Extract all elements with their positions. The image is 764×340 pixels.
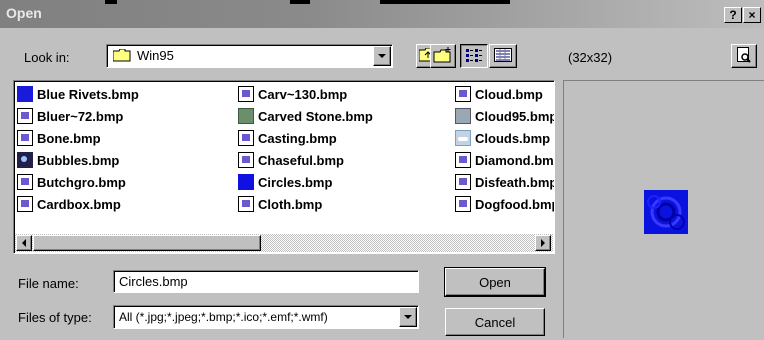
look-in-combobox[interactable]: Win95 bbox=[106, 44, 393, 68]
file-icon bbox=[455, 174, 471, 190]
file-name: Blue Rivets.bmp bbox=[37, 86, 139, 102]
close-button[interactable]: × bbox=[743, 7, 761, 23]
list-item[interactable]: Bubbles.bmp bbox=[17, 150, 119, 170]
file-name-label: File name: bbox=[18, 276, 79, 291]
file-icon bbox=[238, 86, 254, 102]
file-icon bbox=[455, 196, 471, 212]
new-folder-button[interactable] bbox=[430, 44, 456, 68]
list-item[interactable]: Chaseful.bmp bbox=[238, 150, 344, 170]
look-in-dropdown-button[interactable] bbox=[373, 46, 391, 66]
preview-pane bbox=[563, 80, 764, 338]
title-artifact bbox=[380, 0, 510, 4]
chevron-right-icon bbox=[541, 239, 545, 247]
file-icon bbox=[238, 108, 254, 124]
open-button-label: Open bbox=[479, 274, 511, 290]
file-icon bbox=[238, 174, 254, 190]
file-list[interactable]: Blue Rivets.bmp Bluer~72.bmp Bone.bmp Bu… bbox=[13, 80, 555, 254]
list-item[interactable]: Cardbox.bmp bbox=[17, 194, 121, 214]
folder-icon bbox=[112, 48, 131, 62]
file-name: Bluer~72.bmp bbox=[37, 108, 124, 124]
details-view-icon bbox=[494, 47, 512, 65]
file-name: Cloth.bmp bbox=[258, 196, 323, 212]
file-icon bbox=[17, 196, 33, 212]
file-name: Clouds.bmp bbox=[475, 130, 551, 146]
file-icon bbox=[455, 86, 471, 102]
list-item[interactable]: Bone.bmp bbox=[17, 128, 101, 148]
file-icon bbox=[17, 86, 33, 102]
list-item[interactable]: Blue Rivets.bmp bbox=[17, 84, 139, 104]
file-icon bbox=[17, 152, 33, 168]
file-name: Cloud95.bmp bbox=[475, 108, 555, 124]
list-item[interactable]: Disfeath.bmp bbox=[455, 172, 555, 192]
list-item[interactable]: Bluer~72.bmp bbox=[17, 106, 123, 126]
file-name: Carv~130.bmp bbox=[258, 86, 348, 102]
title-bar[interactable]: Open ? × bbox=[0, 0, 764, 28]
file-name: Cloud.bmp bbox=[475, 86, 543, 102]
files-of-type-label: Files of type: bbox=[18, 310, 92, 325]
file-icon bbox=[455, 152, 471, 168]
preview-button[interactable] bbox=[731, 44, 757, 68]
file-icon bbox=[17, 174, 33, 190]
look-in-value: Win95 bbox=[137, 48, 174, 63]
cancel-button-label: Cancel bbox=[474, 314, 516, 330]
file-icon bbox=[455, 108, 471, 124]
preview-icon bbox=[736, 46, 752, 66]
file-name: Casting.bmp bbox=[258, 130, 337, 146]
file-icon bbox=[17, 108, 33, 124]
file-name: Carved Stone.bmp bbox=[258, 108, 373, 124]
file-icon bbox=[238, 152, 254, 168]
cancel-button[interactable]: Cancel bbox=[445, 308, 545, 336]
file-name: Disfeath.bmp bbox=[475, 174, 555, 190]
list-item[interactable]: Diamond.bmp bbox=[455, 150, 555, 170]
help-button[interactable]: ? bbox=[724, 7, 742, 23]
file-name: Diamond.bmp bbox=[475, 152, 555, 168]
chevron-down-icon bbox=[378, 54, 386, 58]
file-name: Chaseful.bmp bbox=[258, 152, 344, 168]
list-item[interactable]: Carv~130.bmp bbox=[238, 84, 347, 104]
open-button[interactable]: Open bbox=[444, 267, 546, 297]
file-name: Dogfood.bmp bbox=[475, 196, 555, 212]
window-title: Open bbox=[6, 5, 42, 21]
file-name: Bubbles.bmp bbox=[37, 152, 120, 168]
scroll-left-button[interactable] bbox=[16, 235, 32, 251]
list-item[interactable]: Cloud.bmp bbox=[455, 84, 543, 104]
horizontal-scrollbar[interactable] bbox=[15, 234, 553, 252]
file-name: Butchgro.bmp bbox=[37, 174, 126, 190]
list-item[interactable]: Casting.bmp bbox=[238, 128, 337, 148]
scroll-thumb[interactable] bbox=[33, 235, 261, 251]
scroll-right-button[interactable] bbox=[535, 235, 551, 251]
list-item[interactable]: Clouds.bmp bbox=[455, 128, 550, 148]
files-of-type-value: All (*.jpg;*.jpeg;*.bmp;*.ico;*.emf;*.wm… bbox=[119, 310, 328, 324]
list-item[interactable]: Cloth.bmp bbox=[238, 194, 322, 214]
list-item[interactable]: Dogfood.bmp bbox=[455, 194, 555, 214]
files-of-type-combobox[interactable]: All (*.jpg;*.jpeg;*.bmp;*.ico;*.emf;*.wm… bbox=[113, 305, 419, 329]
list-item[interactable]: Cloud95.bmp bbox=[455, 106, 555, 126]
title-artifact bbox=[105, 0, 117, 4]
list-item-selected[interactable]: Circles.bmp bbox=[238, 172, 332, 192]
details-view-button[interactable] bbox=[489, 44, 517, 68]
file-name-value: Circles.bmp bbox=[119, 274, 188, 289]
file-name: Bone.bmp bbox=[37, 130, 101, 146]
file-icon bbox=[17, 130, 33, 146]
list-item[interactable]: Carved Stone.bmp bbox=[238, 106, 373, 126]
file-name-input[interactable]: Circles.bmp bbox=[113, 270, 419, 293]
preview-size-label: (32x32) bbox=[568, 50, 613, 65]
file-icon bbox=[455, 130, 471, 146]
title-artifact bbox=[290, 0, 310, 4]
look-in-label: Look in: bbox=[24, 50, 70, 65]
new-folder-icon bbox=[433, 46, 453, 66]
files-of-type-dropdown-button[interactable] bbox=[399, 307, 417, 327]
chevron-down-icon bbox=[404, 315, 412, 319]
chevron-left-icon bbox=[22, 239, 26, 247]
file-name: Circles.bmp bbox=[258, 174, 333, 190]
list-view-button[interactable] bbox=[460, 44, 488, 68]
preview-image bbox=[644, 190, 688, 234]
list-item[interactable]: Butchgro.bmp bbox=[17, 172, 126, 192]
file-name: Cardbox.bmp bbox=[37, 196, 121, 212]
file-icon bbox=[238, 130, 254, 146]
file-icon bbox=[238, 196, 254, 212]
list-view-icon bbox=[465, 48, 483, 65]
